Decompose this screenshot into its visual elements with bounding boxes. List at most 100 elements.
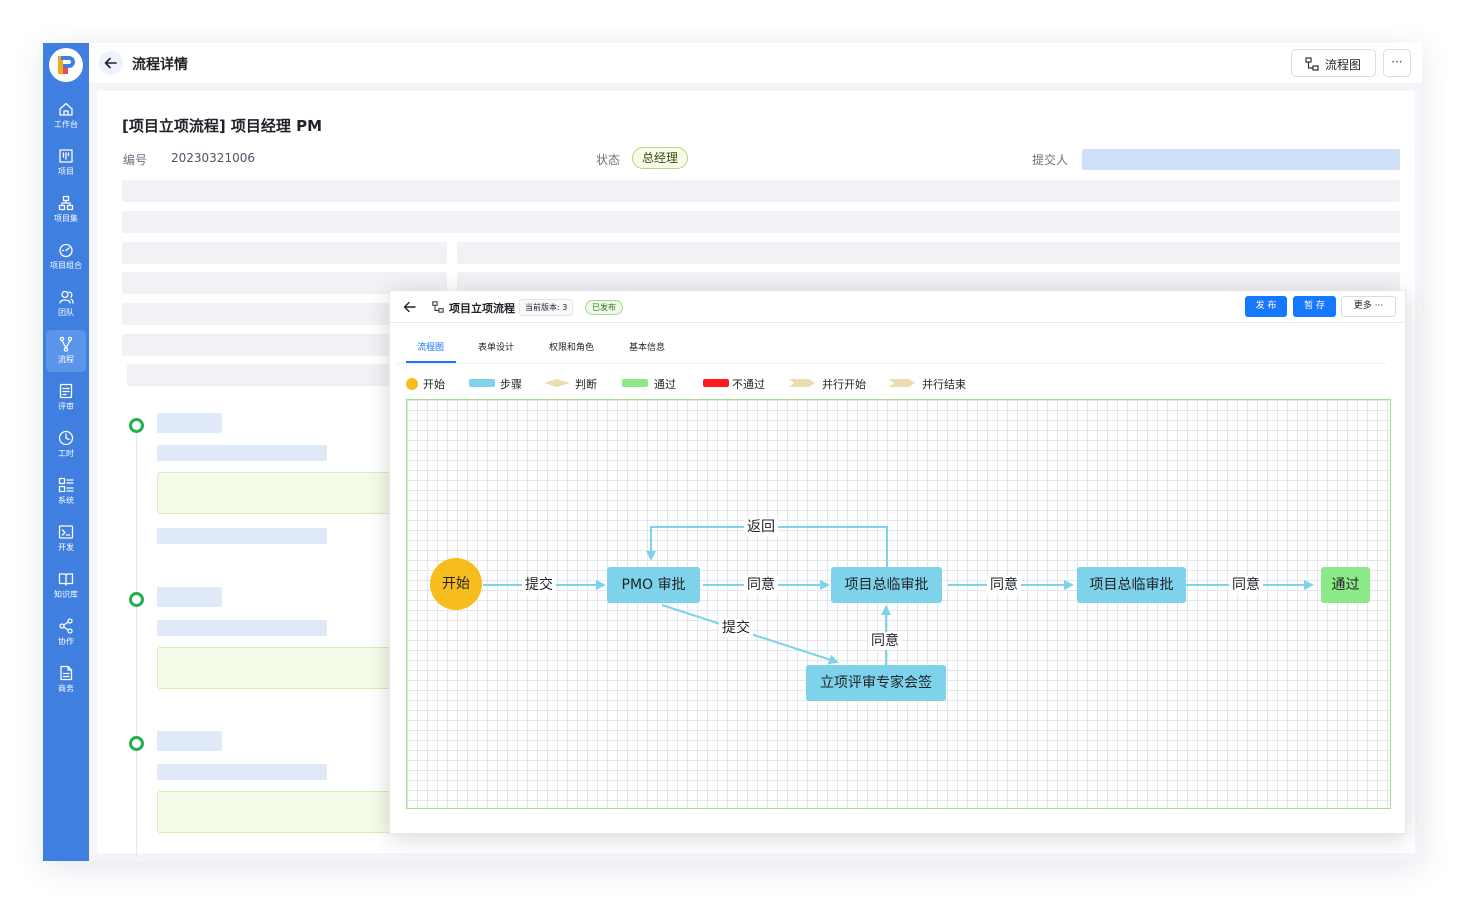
flow-chart-button-label: 流程图 — [1325, 58, 1362, 72]
home-icon — [59, 102, 73, 116]
share-icon — [59, 618, 73, 634]
node-pass[interactable]: 通过 — [1321, 567, 1370, 603]
page-title: 流程详情 — [132, 57, 188, 73]
tab-flowchart[interactable]: 流程图 — [417, 340, 444, 353]
edge-label-agree: 同意 — [744, 576, 778, 594]
skeleton-label — [157, 764, 327, 780]
sidebar-item-10[interactable]: 知识库 — [46, 565, 86, 607]
skeleton-label — [157, 445, 327, 461]
skeleton-label — [157, 587, 222, 607]
edge-label-submit: 提交 — [719, 619, 753, 637]
edge-label-submit: 提交 — [522, 576, 556, 594]
tab-basic-info[interactable]: 基本信息 — [629, 340, 665, 353]
sidebar-item-label: 商务 — [58, 684, 74, 693]
modal-header: 项目立项流程 当前版本: 3 已发布 发 布 暂 存 更多 ··· — [390, 291, 1405, 323]
timeline-line — [136, 427, 137, 857]
sidebar-item-11[interactable]: 协作 — [46, 612, 86, 654]
top-bar: 流程详情 流程图 ··· — [89, 43, 1422, 83]
sidebar-item-label: 项目组合 — [50, 261, 82, 270]
sidebar-item-label: 协作 — [58, 637, 74, 646]
edge-label-agree: 同意 — [868, 632, 902, 650]
sidebar-item-3[interactable]: 项目组合 — [46, 236, 86, 278]
flowchart-icon — [432, 301, 444, 313]
timeline-dot — [129, 592, 144, 607]
sidebar-item-label: 工作台 — [54, 120, 78, 129]
skeleton-card — [157, 472, 397, 514]
legend-swatch-rect — [469, 379, 495, 387]
number-value: 20230321006 — [171, 151, 255, 165]
legend-swatch-chevron — [889, 379, 915, 387]
publish-button[interactable]: 发 布 — [1245, 296, 1287, 317]
legend-label: 通过 — [654, 378, 676, 391]
version-badge: 当前版本: 3 — [519, 299, 574, 316]
skeleton-row — [122, 242, 447, 264]
published-badge: 已发布 — [585, 300, 623, 315]
skeleton-label — [157, 731, 222, 751]
clock-icon — [58, 430, 74, 446]
skeleton-row — [122, 211, 1400, 233]
modal-more-button[interactable]: 更多 ··· — [1341, 296, 1396, 317]
node-pmo-approval[interactable]: PMO 审批 — [607, 567, 700, 603]
timeline-dot — [129, 736, 144, 751]
book-icon — [58, 573, 74, 586]
legend-swatch-chevron — [789, 379, 815, 387]
flowchart-icon — [1305, 57, 1319, 71]
legend-label: 判断 — [575, 378, 597, 391]
system-icon — [58, 477, 74, 493]
number-label: 编号 — [123, 153, 148, 167]
sidebar-item-6[interactable]: 评审 — [46, 377, 86, 419]
sidebar-item-label: 评审 — [58, 402, 74, 411]
skeleton-row — [457, 242, 1400, 264]
review-icon — [59, 383, 73, 399]
skeleton-label — [157, 528, 327, 544]
sidebar-item-9[interactable]: 开发 — [46, 518, 86, 560]
app-logo[interactable] — [49, 48, 83, 82]
arrow-left-icon — [104, 57, 117, 69]
sidebar-item-label: 项目 — [58, 167, 74, 176]
sidebar-item-label: 开发 — [58, 543, 74, 552]
flow-canvas[interactable]: 开始 PMO 审批 项目总临审批 项目总临审批 通过 立项评审专家会签 提交 同… — [406, 399, 1391, 809]
node-project-approval-2[interactable]: 项目总临审批 — [1077, 567, 1186, 603]
team-icon — [59, 290, 74, 304]
terminal-icon — [58, 525, 74, 539]
modal-body: 流程图 表单设计 权限和角色 基本信息 开始 步骤 判断 通过 不通过 并行开始 并行结束 — [396, 326, 1399, 832]
sidebar-item-label: 团队 — [58, 308, 74, 317]
status-label: 状态 — [596, 153, 621, 167]
sidebar-item-1[interactable]: 项目 — [46, 142, 86, 184]
legend-label: 步骤 — [500, 378, 522, 391]
skeleton-label — [157, 413, 222, 433]
sidebar-item-5[interactable]: 流程 — [46, 330, 86, 372]
flow-chart-button[interactable]: 流程图 — [1291, 49, 1376, 77]
sidebar-item-0[interactable]: 工作台 — [46, 95, 86, 137]
node-start[interactable]: 开始 — [430, 558, 482, 610]
edge-label-agree: 同意 — [1229, 576, 1263, 594]
back-button[interactable] — [99, 51, 123, 75]
active-tab-indicator — [406, 361, 456, 363]
tab-form-design[interactable]: 表单设计 — [478, 340, 514, 353]
sidebar-item-label: 系统 — [58, 496, 74, 505]
sidebar-item-2[interactable]: 项目集 — [46, 189, 86, 231]
submitter-label: 提交人 — [1032, 153, 1069, 167]
edge-label-return: 返回 — [744, 518, 778, 536]
skeleton-card — [157, 647, 397, 689]
sidebar-item-8[interactable]: 系统 — [46, 471, 86, 513]
legend-swatch-diamond — [544, 379, 570, 387]
skeleton-label — [157, 620, 327, 636]
more-options-button[interactable]: ··· — [1383, 49, 1411, 77]
submitter-value-placeholder — [1082, 149, 1400, 170]
sidebar-item-label: 流程 — [58, 355, 74, 364]
kanban-icon — [59, 149, 73, 163]
tab-permissions-roles[interactable]: 权限和角色 — [549, 340, 594, 353]
save-draft-button[interactable]: 暂 存 — [1293, 296, 1336, 317]
document-title: [项目立项流程] 项目经理 PM — [122, 117, 323, 135]
sidebar-item-12[interactable]: 商务 — [46, 659, 86, 701]
arrow-left-icon[interactable] — [402, 299, 418, 315]
legend-swatch-circle — [406, 378, 418, 390]
modal-title: 项目立项流程 — [449, 302, 515, 315]
node-project-approval-1[interactable]: 项目总临审批 — [831, 567, 942, 603]
sidebar-item-4[interactable]: 团队 — [46, 283, 86, 325]
sidebar-item-label: 知识库 — [54, 590, 78, 599]
sidebar-item-7[interactable]: 工时 — [46, 424, 86, 466]
node-expert-review[interactable]: 立项评审专家会签 — [806, 665, 946, 701]
edge-label-agree: 同意 — [987, 576, 1021, 594]
